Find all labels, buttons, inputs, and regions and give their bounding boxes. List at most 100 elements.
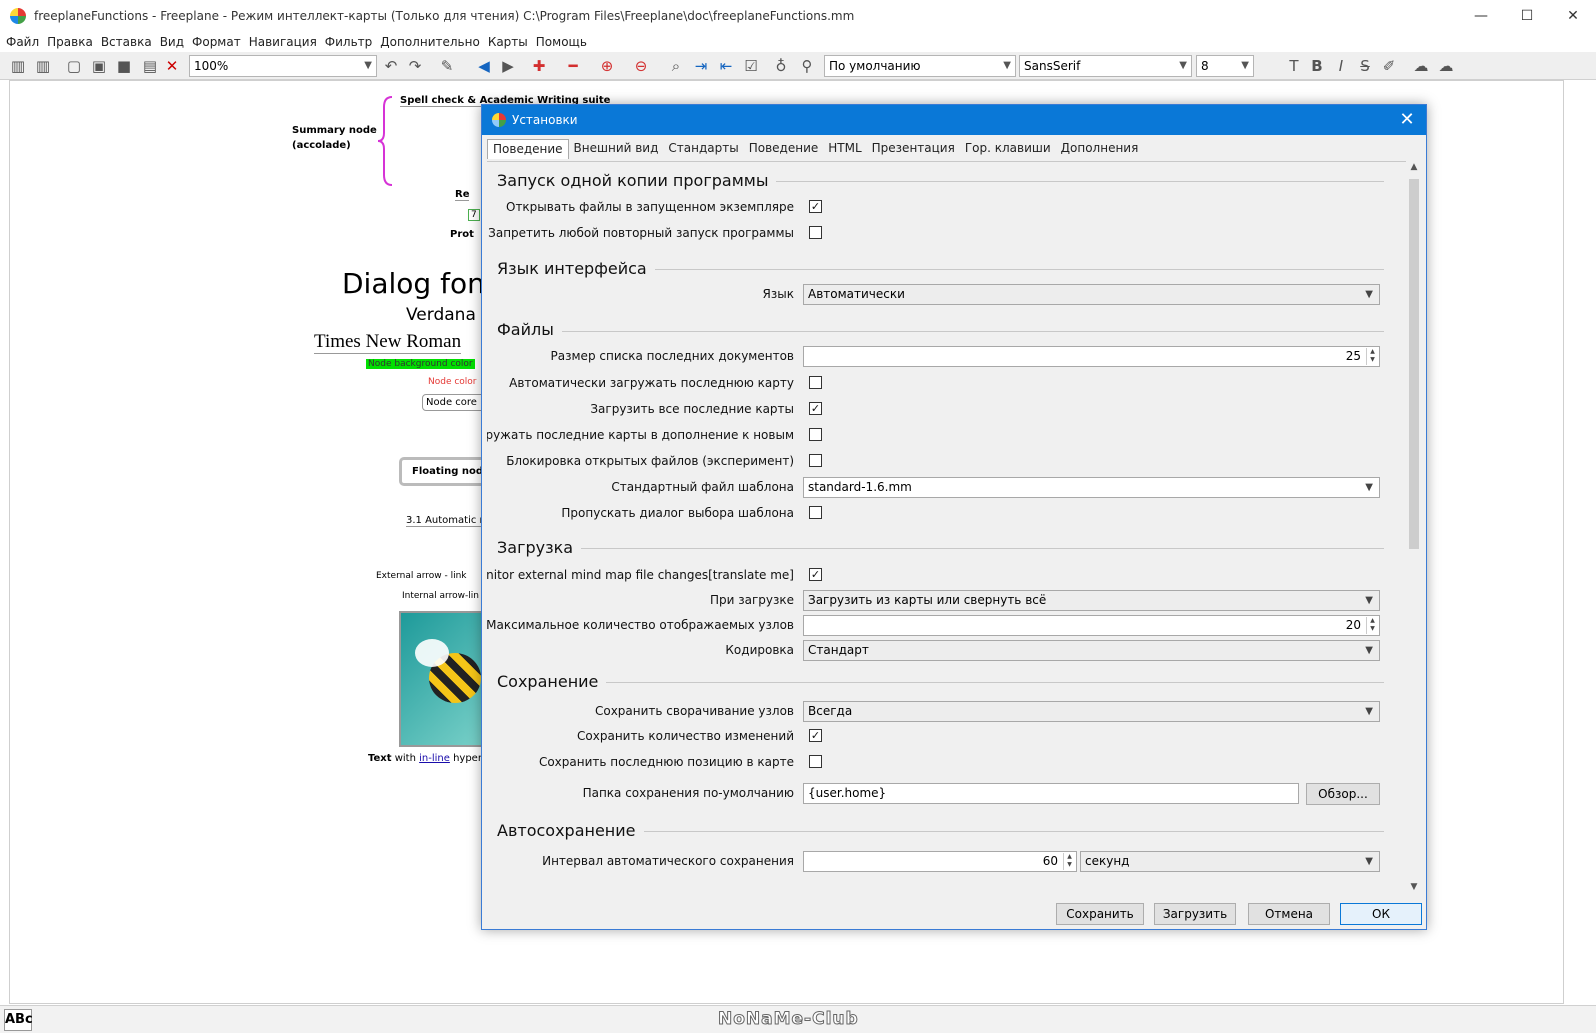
dialog-close-button[interactable]: ✕: [1396, 109, 1418, 130]
preferences-scrollbar[interactable]: ▲ ▼: [1406, 161, 1422, 893]
lock-files-checkbox[interactable]: [809, 454, 822, 467]
map-node[interactable]: Re: [455, 189, 470, 201]
spinner-arrows-icon[interactable]: ▲ ▼: [1063, 853, 1075, 870]
cloud-bubble-icon[interactable]: ☁: [1436, 56, 1456, 76]
max-nodes-spinner[interactable]: 20 ▲ ▼: [803, 615, 1380, 636]
select-icon[interactable]: ⌕: [666, 56, 686, 76]
undo-icon[interactable]: ↶: [381, 56, 401, 76]
auto-load-last-checkbox[interactable]: [809, 376, 822, 389]
prev-map-icon[interactable]: ▥: [8, 56, 28, 76]
text-size-icon[interactable]: T: [1284, 56, 1304, 76]
tab-presentation[interactable]: Презентация: [867, 139, 960, 159]
map-node[interactable]: 7: [468, 209, 480, 221]
map-node[interactable]: 3.1 Automatic no: [406, 515, 493, 527]
check-icon[interactable]: ☑: [741, 56, 761, 76]
save-map-icon[interactable]: ■: [114, 56, 134, 76]
menu-view[interactable]: Вид: [160, 35, 184, 49]
zoom-in-icon[interactable]: ⊕: [597, 56, 617, 76]
forward-icon[interactable]: ▶: [498, 56, 518, 76]
scroll-thumb[interactable]: [1409, 179, 1419, 549]
redo-icon[interactable]: ↷: [405, 56, 425, 76]
menu-file[interactable]: Файл: [6, 35, 39, 49]
scroll-down-icon[interactable]: ▼: [1406, 882, 1422, 892]
menu-edit[interactable]: Правка: [47, 35, 93, 49]
on-load-select[interactable]: Загрузить из карты или свернуть всё ▼: [803, 590, 1380, 611]
bold-icon[interactable]: B: [1307, 56, 1327, 76]
font-combo[interactable]: SansSerif ▼: [1019, 55, 1192, 77]
tab-defaults[interactable]: Стандарты: [663, 139, 743, 159]
map-node[interactable]: Text with in-line hyperl: [368, 753, 485, 764]
find-icon[interactable]: ✎: [437, 56, 457, 76]
map-node[interactable]: (accolade): [292, 140, 351, 151]
menu-help[interactable]: Помощь: [536, 35, 587, 49]
open-in-running-checkbox[interactable]: ✓: [809, 200, 822, 213]
save-folder-input[interactable]: {user.home}: [803, 783, 1299, 804]
map-node[interactable]: Node background color: [366, 359, 475, 369]
new-map-icon[interactable]: ▢: [64, 56, 84, 76]
move-right-icon[interactable]: ⇥: [691, 56, 711, 76]
minimize-button[interactable]: —: [1458, 0, 1504, 32]
menu-insert[interactable]: Вставка: [101, 35, 152, 49]
map-node[interactable]: Dialog font: [342, 267, 496, 300]
zoom-out-icon[interactable]: ⊖: [631, 56, 651, 76]
style-combo[interactable]: По умолчанию ▼: [824, 55, 1016, 77]
remove-node-icon[interactable]: ━: [563, 56, 583, 76]
monitor-checkbox[interactable]: ✓: [809, 568, 822, 581]
font-size-combo[interactable]: 8 ▼: [1196, 55, 1254, 77]
print-icon[interactable]: ▤: [140, 56, 160, 76]
close-map-icon[interactable]: ✕: [162, 56, 182, 76]
autosave-unit-select[interactable]: секунд ▼: [1080, 851, 1380, 872]
filter-icon[interactable]: ⚲: [797, 56, 817, 76]
open-map-icon[interactable]: ▣: [89, 56, 109, 76]
menu-maps[interactable]: Карты: [488, 35, 528, 49]
spinner-arrows-icon[interactable]: ▲ ▼: [1366, 348, 1378, 365]
menu-filter[interactable]: Фильтр: [325, 35, 372, 49]
maximize-button[interactable]: ☐: [1504, 0, 1550, 32]
bulb-icon[interactable]: ♁: [771, 56, 791, 76]
spell-check-status[interactable]: ABc: [4, 1009, 33, 1031]
spinner-arrows-icon[interactable]: ▲ ▼: [1366, 617, 1378, 634]
tab-behavior-2[interactable]: Поведение: [744, 139, 824, 159]
strikethrough-icon[interactable]: S: [1355, 56, 1375, 76]
map-node[interactable]: External arrow - link: [376, 571, 467, 581]
menu-navigation[interactable]: Навигация: [249, 35, 317, 49]
italic-icon[interactable]: I: [1331, 56, 1351, 76]
map-node[interactable]: Node core i: [422, 394, 487, 411]
language-select[interactable]: Автоматически ▼: [803, 284, 1380, 305]
map-node[interactable]: Node color: [428, 377, 477, 387]
cancel-button[interactable]: Отмена: [1248, 903, 1330, 925]
next-map-icon[interactable]: ▥: [33, 56, 53, 76]
zoom-combo[interactable]: 100% ▼: [189, 55, 377, 77]
close-button[interactable]: ✕: [1550, 0, 1596, 32]
browse-button[interactable]: Обзор...: [1306, 783, 1380, 805]
load-last-plus-new-checkbox[interactable]: [809, 428, 822, 441]
save-folding-select[interactable]: Всегда ▼: [803, 701, 1380, 722]
save-changes-checkbox[interactable]: ✓: [809, 729, 822, 742]
scroll-up-icon[interactable]: ▲: [1406, 162, 1422, 172]
ok-button[interactable]: ОК: [1340, 903, 1422, 925]
encoding-select[interactable]: Стандарт ▼: [803, 640, 1380, 661]
menu-tools[interactable]: Дополнительно: [380, 35, 480, 49]
cloud-icon[interactable]: ☁: [1411, 56, 1431, 76]
template-select[interactable]: standard-1.6.mm ▼: [803, 477, 1380, 498]
paint-icon[interactable]: ✐: [1379, 56, 1399, 76]
load-all-last-checkbox[interactable]: ✓: [809, 402, 822, 415]
map-node[interactable]: Verdana: [406, 305, 476, 325]
back-icon[interactable]: ◀: [474, 56, 494, 76]
load-button[interactable]: Загрузить: [1154, 903, 1236, 925]
add-node-icon[interactable]: ✚: [529, 56, 549, 76]
map-node[interactable]: Prot: [450, 229, 474, 240]
save-position-checkbox[interactable]: [809, 755, 822, 768]
skip-template-checkbox[interactable]: [809, 506, 822, 519]
autosave-interval-spinner[interactable]: 60 ▲ ▼: [803, 851, 1077, 872]
tab-appearance[interactable]: Внешний вид: [569, 139, 664, 159]
map-node[interactable]: Summary node: [292, 125, 377, 136]
tab-behavior[interactable]: Поведение: [487, 139, 569, 159]
tab-hotkeys[interactable]: Гор. клавиши: [960, 139, 1056, 159]
map-node[interactable]: Times New Roman: [314, 331, 462, 354]
menu-format[interactable]: Формат: [192, 35, 241, 49]
save-button[interactable]: Сохранить: [1056, 903, 1144, 925]
tab-html[interactable]: HTML: [823, 139, 866, 159]
recent-size-spinner[interactable]: 25 ▲ ▼: [803, 346, 1380, 367]
forbid-restart-checkbox[interactable]: [809, 226, 822, 239]
